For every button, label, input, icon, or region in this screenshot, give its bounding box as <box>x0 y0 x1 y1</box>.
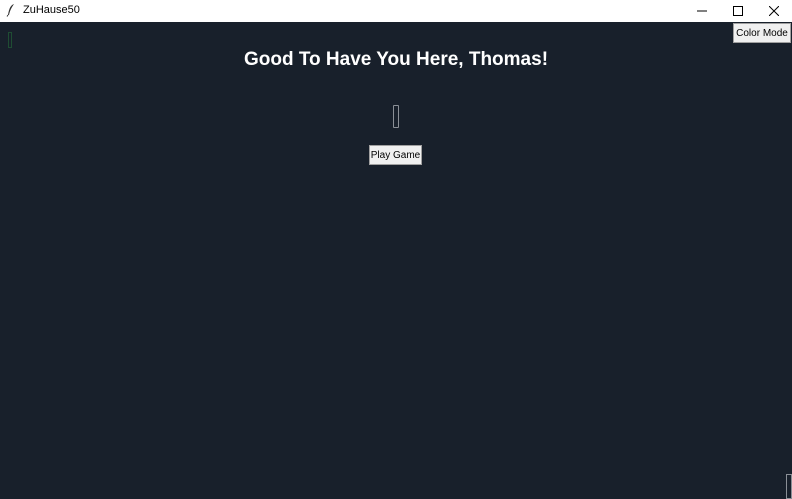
greeting-heading: Good To Have You Here, Thomas! <box>243 49 549 70</box>
minimize-button[interactable] <box>684 0 720 22</box>
maximize-icon <box>733 6 743 16</box>
window-title: ZuHause50 <box>23 4 80 16</box>
color-mode-button[interactable]: Color Mode <box>733 23 791 43</box>
play-game-button[interactable]: Play Game <box>369 145 422 165</box>
maximize-button[interactable] <box>720 0 756 22</box>
feather-icon <box>6 4 14 17</box>
close-button[interactable] <box>756 0 792 22</box>
corner-widget <box>8 32 12 48</box>
name-entry-field[interactable] <box>393 105 399 128</box>
app-window: ZuHause50 Color Mode Good To Have You He… <box>0 0 792 499</box>
close-icon <box>769 6 779 16</box>
main-canvas: Color Mode Good To Have You Here, Thomas… <box>0 22 792 499</box>
title-bar[interactable]: ZuHause50 <box>0 0 792 22</box>
resize-grip[interactable] <box>786 474 792 499</box>
minimize-icon <box>697 10 707 12</box>
